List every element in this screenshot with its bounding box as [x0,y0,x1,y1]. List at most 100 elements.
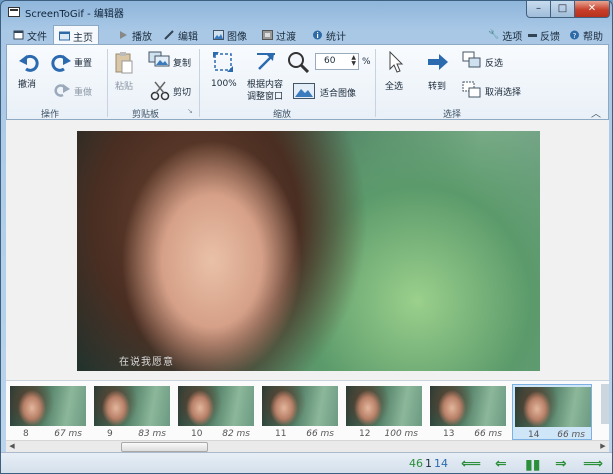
frame-thumbnail[interactable]: 12 100 ms [344,384,424,440]
redo-icon [51,54,71,72]
tab-statistics[interactable]: 统计 [307,26,351,44]
tab-play-label: 播放 [132,31,152,43]
fit-image-icon [293,83,315,99]
group-label-action: 操作 [41,110,60,120]
cursor-icon [389,51,404,73]
ribbon-tabs: 文件 主页 播放 编辑 图像 过渡 统计 🔧 选项 反馈 ? 帮助 [6,25,609,46]
deselect-icon [462,81,481,98]
frame-thumbnail-selected[interactable]: 14 66 ms [512,384,592,440]
first-frame-icon[interactable]: ⟸ [461,456,481,472]
frame-thumbnail[interactable]: 11 66 ms [260,384,340,440]
info-icon [313,30,322,40]
options-label: 选项 [502,31,523,43]
feedback-label: 反馈 [540,31,560,43]
tab-transition[interactable]: 过渡 [257,26,301,44]
tab-edit[interactable]: 编辑 [159,26,203,44]
minimize-button[interactable]: – [526,1,551,18]
last-frame-icon[interactable]: ⟹ [583,456,603,472]
paste-icon [115,52,133,74]
tab-image[interactable]: 图像 [208,26,252,44]
goto-button[interactable]: 转到 [428,79,446,92]
paste-button[interactable]: 粘贴 [115,79,133,92]
file-icon [13,30,24,40]
magnifier-icon [288,52,309,73]
frame-number: 10 [191,429,203,439]
group-separator [375,49,376,117]
frame-thumbnail[interactable]: 9 83 ms [92,384,172,440]
home-icon [59,31,70,41]
frame-number: 14 [528,430,540,440]
group-label-clipboard: 剪贴板 [132,110,160,120]
goto-arrow-icon [428,54,448,70]
current-frame: 14 [434,457,448,470]
maximize-button[interactable]: □ [550,1,575,18]
help-label: 帮助 [583,31,603,43]
play-icon [120,31,127,39]
frame-strip-scrollbar[interactable]: ◀ ▶ [6,440,609,452]
svg-text:?: ? [573,32,577,40]
tab-file[interactable]: 文件 [8,26,52,44]
dialog-launcher-icon[interactable]: ↘ [187,107,193,115]
options-button[interactable]: 🔧 选项 [483,26,527,44]
zoom-unit: % [362,57,371,67]
thumbnail-image [515,387,591,427]
collapse-ribbon-icon[interactable]: ︿ [591,105,601,120]
feedback-icon [528,33,537,37]
wrench-icon: 🔧 [488,30,500,40]
frame-strip: 8 67 ms 9 83 ms 10 82 ms 11 66 ms 12 100 ms 1… [6,380,609,452]
transition-icon [262,30,273,40]
fit-content-label-2[interactable]: 调整窗口 [247,89,283,102]
pause-icon[interactable]: ▮▮ [525,457,540,473]
select-all-button[interactable]: 全选 [385,79,403,92]
invert-selection-button[interactable]: 反选 [485,56,503,69]
previous-frame-icon[interactable]: ⇐ [495,456,507,472]
cut-button[interactable]: 剪切 [173,85,191,98]
tab-image-label: 图像 [227,31,247,43]
zoom-stepper-icon[interactable]: ▲ ▼ [351,55,356,67]
fit-image-button[interactable]: 适合图像 [320,86,356,99]
scrollbar-thumb[interactable] [121,442,208,452]
deselect-button[interactable]: 取消选择 [485,85,521,98]
frame-preview-image: 在说我愿意 [77,131,540,371]
scroll-left-icon[interactable]: ◀ [7,441,17,452]
scroll-right-icon[interactable]: ▶ [598,441,608,452]
reset-button[interactable]: 重置 [74,56,92,69]
group-label-select: 选择 [443,110,462,120]
pencil-icon [164,30,174,40]
frame-delay: 66 ms [557,430,585,440]
frame-thumbnail[interactable]: 8 67 ms [8,384,88,440]
redo-disabled-icon [54,84,70,97]
thumbnail-image [430,386,506,426]
tab-home[interactable]: 主页 [53,25,99,46]
tab-play[interactable]: 播放 [113,26,157,44]
frame-delay: 83 ms [138,429,166,439]
help-button[interactable]: ? 帮助 [564,26,608,44]
next-frame-icon[interactable]: ⇒ [555,456,567,472]
total-frames: 46 [409,457,423,470]
scissors-icon [150,81,170,101]
close-button[interactable]: ✕ [574,1,610,18]
thumbnail-image [178,386,254,426]
thumbnail-image [262,386,338,426]
zoom-100-button[interactable]: 100% [211,79,237,89]
undo-icon [19,54,39,72]
frame-subtitle: 在说我愿意 [119,357,174,368]
selected-count: 1 [425,457,432,470]
redo-button[interactable]: 重做 [74,85,92,98]
tab-edit-label: 编辑 [178,31,198,43]
feedback-button[interactable]: 反馈 [523,26,565,44]
frame-thumbnail[interactable]: 10 82 ms [176,384,256,440]
frame-number: 9 [107,429,113,439]
invert-selection-icon [462,51,481,68]
frame-thumbnail[interactable]: 13 66 ms [428,384,508,440]
frame-delay: 67 ms [54,429,82,439]
ribbon-home: 撤消 重置 重做 操作 粘贴 复制 剪切 剪贴板 ↘ 100% 根据内容 调整窗… [6,44,609,120]
zoom-input[interactable]: 60 ▲ ▼ [315,53,359,70]
copy-button[interactable]: 复制 [173,56,191,69]
editor-window: ScreenToGif - 编辑器 – □ ✕ 文件 主页 播放 编辑 图像 过… [0,0,613,474]
group-separator [199,49,200,117]
frame-thumbnail-partial[interactable] [601,384,609,424]
tab-home-label: 主页 [73,32,93,44]
undo-button[interactable]: 撤消 [18,77,36,90]
zoom-100-icon [213,52,233,72]
